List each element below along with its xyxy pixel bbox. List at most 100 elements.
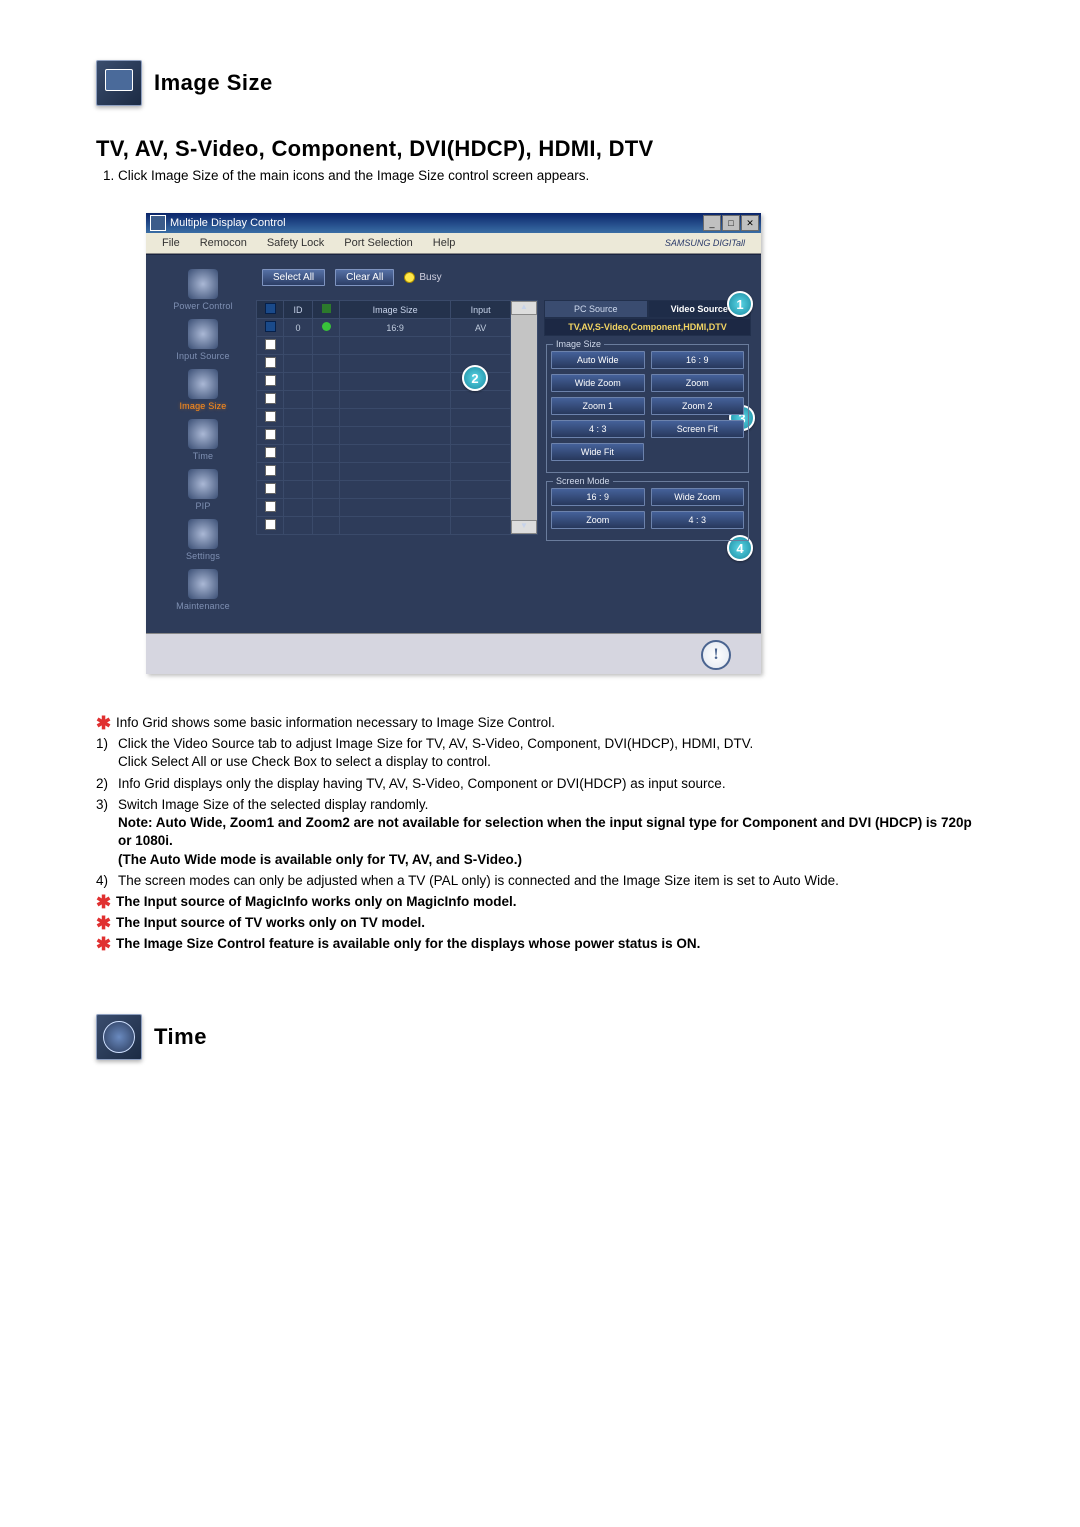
info-star2: The Input source of TV works only on TV … <box>116 914 984 932</box>
legend-image-size: Image Size <box>553 339 604 349</box>
star-icon: ✱ <box>96 893 116 911</box>
busy-indicator: Busy <box>404 272 441 283</box>
close-button[interactable]: ✕ <box>741 215 759 231</box>
source-tabs: PC Source Video Source <box>544 300 751 318</box>
btn-zoom2[interactable]: Zoom 2 <box>651 397 745 415</box>
info-row-3: 3) Switch Image Size of the selected dis… <box>96 796 984 869</box>
btn-sm-16-9[interactable]: 16 : 9 <box>551 488 645 506</box>
subtitle-inputs: TV, AV, S-Video, Component, DVI(HDCP), H… <box>96 136 984 162</box>
info-icon: ! <box>701 640 731 670</box>
col-check[interactable] <box>257 301 284 319</box>
sidebar-item-power[interactable]: Power Control <box>156 269 250 311</box>
statusbar: ! <box>146 633 761 674</box>
table-row[interactable]: 0 16:9 AV <box>257 319 538 337</box>
workspace: Power Control Input Source Image Size Ti… <box>146 254 761 633</box>
info-text: Info Grid shows some basic information n… <box>116 714 984 732</box>
menubar: File Remocon Safety Lock Port Selection … <box>146 233 761 254</box>
info-list: ✱ Info Grid shows some basic information… <box>96 714 984 954</box>
btn-sm-wide-zoom[interactable]: Wide Zoom <box>651 488 745 506</box>
clock-icon <box>96 1014 142 1060</box>
table-row <box>257 481 538 499</box>
section-header-image: Image Size <box>96 60 984 106</box>
btn-zoom1[interactable]: Zoom 1 <box>551 397 645 415</box>
power-icon <box>188 269 218 299</box>
callout-1: 1 <box>727 291 753 317</box>
list-num-3: 3) <box>96 796 118 814</box>
grid-scrollbar[interactable]: ▲ ▼ <box>511 301 538 535</box>
tab-pc-source[interactable]: PC Source <box>544 300 648 318</box>
info-row-star4: ✱ The Image Size Control feature is avai… <box>96 935 984 953</box>
sidebar-item-time[interactable]: Time <box>156 419 250 461</box>
info-row-4: 4) The screen modes can only be adjusted… <box>96 872 984 890</box>
content-split: ID Image Size Input ▲ ▼ <box>256 300 751 623</box>
brand-label: SAMSUNG DIGITall <box>655 238 755 248</box>
btn-16-9[interactable]: 16 : 9 <box>651 351 745 369</box>
table-row <box>257 337 538 355</box>
legend-screen-mode: Screen Mode <box>553 476 613 486</box>
btn-wide-zoom[interactable]: Wide Zoom <box>551 374 645 392</box>
intro-step-1: Click Image Size of the main icons and t… <box>118 168 984 183</box>
maximize-button[interactable]: □ <box>722 215 740 231</box>
titlebar: Multiple Display Control _ □ ✕ <box>146 213 761 233</box>
sidebar-item-pip[interactable]: PIP <box>156 469 250 511</box>
table-row <box>257 355 538 373</box>
monitor-icon <box>96 60 142 106</box>
table-row <box>257 499 538 517</box>
table-row <box>257 409 538 427</box>
menu-file[interactable]: File <box>152 237 190 249</box>
main-area: Select All Clear All Busy <box>256 265 751 623</box>
info-row-star2: ✱ The Input source of MagicInfo works on… <box>96 893 984 911</box>
table-row <box>257 463 538 481</box>
fieldset-image-size: Image Size Auto Wide 16 : 9 Wide Zoom Zo… <box>546 344 749 473</box>
menu-port[interactable]: Port Selection <box>334 237 422 249</box>
btn-sm-zoom[interactable]: Zoom <box>551 511 645 529</box>
info-grid: ID Image Size Input ▲ ▼ <box>256 300 538 623</box>
menu-help[interactable]: Help <box>423 237 466 249</box>
minimize-button[interactable]: _ <box>703 215 721 231</box>
table-row <box>257 391 538 409</box>
sidebar-item-image[interactable]: Image Size <box>156 369 250 411</box>
cell-id: 0 <box>284 319 313 337</box>
panel-subheader: TV,AV,S-Video,Component,HDMI,DTV <box>544 318 751 336</box>
row-checkbox[interactable] <box>265 321 276 332</box>
sidebar-item-settings[interactable]: Settings <box>156 519 250 561</box>
info-row-star: ✱ Info Grid shows some basic information… <box>96 714 984 732</box>
right-panel: PC Source Video Source TV,AV,S-Video,Com… <box>544 300 751 623</box>
sidebar-label-power: Power Control <box>156 301 250 311</box>
table-row <box>257 445 538 463</box>
table-row <box>257 427 538 445</box>
sidebar-item-input[interactable]: Input Source <box>156 319 250 361</box>
btn-auto-wide[interactable]: Auto Wide <box>551 351 645 369</box>
fieldset-screen-mode: Screen Mode 16 : 9 Wide Zoom Zoom 4 : 3 <box>546 481 749 541</box>
info-text-4: The screen modes can only be adjusted wh… <box>118 872 984 890</box>
section-title-time: Time <box>154 1024 207 1050</box>
btn-4-3[interactable]: 4 : 3 <box>551 420 645 438</box>
col-input: Input <box>451 301 511 319</box>
info-row-star3: ✱ The Input source of TV works only on T… <box>96 914 984 932</box>
table-row <box>257 517 538 535</box>
info-star3: The Image Size Control feature is availa… <box>116 935 984 953</box>
btn-wide-fit[interactable]: Wide Fit <box>551 443 644 461</box>
sidebar-label-pip: PIP <box>156 501 250 511</box>
info-text-3: Switch Image Size of the selected displa… <box>118 796 984 869</box>
btn-zoom[interactable]: Zoom <box>651 374 745 392</box>
scroll-down-icon[interactable]: ▼ <box>511 520 537 534</box>
mdc-window: 1 2 3 4 Multiple Display Control _ □ ✕ F… <box>146 213 761 674</box>
sidebar-item-maintenance[interactable]: Maintenance <box>156 569 250 611</box>
col-size: Image Size <box>340 301 451 319</box>
btn-sm-4-3[interactable]: 4 : 3 <box>651 511 745 529</box>
info-text-1a: Click the Video Source tab to adjust Ima… <box>118 735 984 771</box>
clear-all-button[interactable]: Clear All <box>335 269 394 286</box>
list-num-4: 4) <box>96 872 118 890</box>
busy-dot-icon <box>404 272 415 283</box>
scroll-up-icon[interactable]: ▲ <box>511 301 537 315</box>
main-topbar: Select All Clear All Busy <box>256 265 751 292</box>
input-icon <box>188 319 218 349</box>
menu-safety[interactable]: Safety Lock <box>257 237 334 249</box>
btn-screen-fit[interactable]: Screen Fit <box>651 420 745 438</box>
time-icon <box>188 419 218 449</box>
image-icon <box>188 369 218 399</box>
menu-remocon[interactable]: Remocon <box>190 237 257 249</box>
select-all-button[interactable]: Select All <box>262 269 325 286</box>
section-title-image: Image Size <box>154 70 273 96</box>
